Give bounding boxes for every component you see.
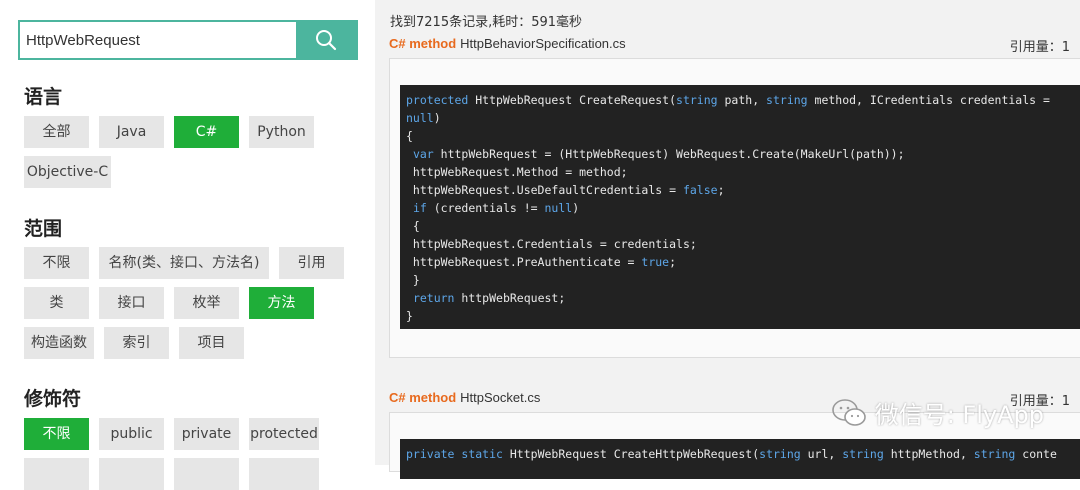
result-header: C# method HttpBehaviorSpecification.cs 引用… bbox=[389, 36, 1070, 56]
result-card: protected HttpWebRequest CreateRequest(s… bbox=[389, 58, 1080, 358]
code-block: protected HttpWebRequest CreateRequest(s… bbox=[400, 85, 1080, 329]
code-line: httpWebRequest.Credentials = credentials… bbox=[400, 235, 1080, 253]
watermark-text: 微信号: FlyApp bbox=[874, 401, 1044, 429]
code-text: conte bbox=[1015, 447, 1057, 461]
result-file-link[interactable]: HttpSocket.cs bbox=[460, 390, 540, 405]
code-keyword: private bbox=[406, 447, 455, 461]
scope-option-method[interactable]: 方法 bbox=[249, 287, 314, 319]
code-line: return httpWebRequest; bbox=[400, 289, 1080, 307]
modifier-option-row2[interactable] bbox=[174, 458, 239, 490]
code-text: httpWebRequest; bbox=[454, 291, 566, 305]
language-option-java[interactable]: Java bbox=[99, 116, 164, 148]
code-keyword: static bbox=[461, 447, 503, 461]
wechat-icon bbox=[831, 398, 866, 426]
code-text: (credentials != bbox=[426, 201, 545, 215]
scope-option-class[interactable]: 类 bbox=[24, 287, 89, 319]
search-input[interactable] bbox=[20, 22, 296, 58]
search-box bbox=[18, 20, 358, 60]
code-text: ) bbox=[572, 201, 580, 215]
modifier-option-public[interactable]: public bbox=[99, 418, 164, 450]
code-text: httpWebRequest.Credentials = credentials… bbox=[406, 237, 697, 251]
result-ref-count: 引用量：1 bbox=[1009, 40, 1070, 55]
language-option-objective-c[interactable]: Objective-C bbox=[24, 156, 111, 188]
code-text: ; bbox=[717, 183, 725, 197]
scope-option-name[interactable]: 名称(类、接口、方法名) bbox=[99, 247, 269, 279]
code-line: httpWebRequest.UseDefaultCredentials = f… bbox=[400, 181, 1080, 199]
code-line: httpWebRequest.Method = method; bbox=[400, 163, 1080, 181]
modifier-option-private[interactable]: private bbox=[174, 418, 239, 450]
scope-option-interface[interactable]: 接口 bbox=[99, 287, 164, 319]
filter-panel: 语言 全部 Java C# Python Objective-C 范围 不限 名… bbox=[0, 0, 375, 490]
code-line: null) bbox=[400, 109, 1080, 127]
code-text: HttpWebRequest CreateRequest( bbox=[468, 93, 677, 107]
code-text: httpWebRequest.UseDefaultCredentials = bbox=[406, 183, 683, 197]
code-text: httpWebRequest = (HttpWebRequest) WebReq… bbox=[433, 147, 905, 161]
code-keyword: string bbox=[759, 447, 801, 461]
code-text: method, ICredentials credentials = bbox=[807, 93, 1050, 107]
code-block: private static HttpWebRequest CreateHttp… bbox=[400, 439, 1080, 479]
code-keyword: string bbox=[842, 447, 884, 461]
scope-option-enum[interactable]: 枚举 bbox=[174, 287, 239, 319]
language-option-all[interactable]: 全部 bbox=[24, 116, 89, 148]
code-line: if (credentials != null) bbox=[400, 199, 1080, 217]
code-keyword: string bbox=[766, 93, 808, 107]
language-option-csharp[interactable]: C# bbox=[174, 116, 239, 148]
code-keyword: if bbox=[412, 201, 427, 215]
code-line: var httpWebRequest = (HttpWebRequest) We… bbox=[400, 145, 1080, 163]
scope-option-project[interactable]: 项目 bbox=[179, 327, 244, 359]
modifier-option-row2[interactable] bbox=[99, 458, 164, 490]
modifier-section-title: 修饰符 bbox=[24, 388, 82, 410]
code-keyword: string bbox=[676, 93, 718, 107]
modifier-option-any[interactable]: 不限 bbox=[24, 418, 89, 450]
code-keyword: null bbox=[544, 201, 573, 215]
result-language-label: C# method bbox=[389, 390, 457, 405]
scope-option-constructor[interactable]: 构造函数 bbox=[24, 327, 94, 359]
code-text: httpWebRequest.Method = method; bbox=[406, 165, 628, 179]
code-text: path, bbox=[717, 93, 767, 107]
code-line: private static HttpWebRequest CreateHttp… bbox=[400, 445, 1080, 463]
modifier-option-protected[interactable]: protected bbox=[249, 418, 319, 450]
result-file-link[interactable]: HttpBehaviorSpecification.cs bbox=[460, 36, 625, 51]
code-text: ; bbox=[669, 255, 677, 269]
code-text: url, bbox=[800, 447, 843, 461]
code-keyword: string bbox=[973, 447, 1016, 461]
code-line: } bbox=[400, 307, 1080, 325]
code-text: httpWebRequest.PreAuthenticate = bbox=[406, 255, 642, 269]
search-button[interactable] bbox=[296, 22, 356, 58]
code-text: { bbox=[406, 129, 413, 143]
code-line: httpWebRequest.PreAuthenticate = true; bbox=[400, 253, 1080, 271]
results-panel: 找到7215条记录,耗时：591毫秒 C# method HttpBehavior… bbox=[375, 0, 1080, 479]
code-text: httpMethod, bbox=[883, 447, 974, 461]
modifier-option-row2[interactable] bbox=[249, 458, 319, 490]
code-keyword: return bbox=[412, 291, 455, 305]
scope-option-reference[interactable]: 引用 bbox=[279, 247, 344, 279]
code-line: } bbox=[400, 271, 1080, 289]
scope-option-index[interactable]: 索引 bbox=[104, 327, 169, 359]
watermark: 微信号: FlyApp bbox=[831, 395, 1044, 430]
result-language-label: C# method bbox=[389, 36, 457, 51]
language-section-title: 语言 bbox=[24, 86, 63, 108]
scope-option-any[interactable]: 不限 bbox=[24, 247, 89, 279]
code-keyword: var bbox=[412, 147, 434, 161]
code-keyword: null bbox=[406, 111, 434, 125]
code-line: { bbox=[400, 127, 1080, 145]
code-line: { bbox=[400, 217, 1080, 235]
search-icon bbox=[316, 30, 337, 51]
code-line: protected HttpWebRequest CreateRequest(s… bbox=[400, 91, 1080, 109]
scope-section-title: 范围 bbox=[24, 218, 63, 240]
language-option-python[interactable]: Python bbox=[249, 116, 314, 148]
code-text: HttpWebRequest CreateHttpWebRequest( bbox=[502, 447, 760, 461]
code-text: } bbox=[406, 309, 413, 323]
code-text: { bbox=[406, 219, 420, 233]
code-keyword: false bbox=[682, 183, 718, 197]
result-summary: 找到7215条记录,耗时：591毫秒 bbox=[390, 15, 583, 30]
code-keyword: protected bbox=[406, 93, 469, 107]
code-keyword: true bbox=[641, 255, 670, 269]
modifier-option-row2[interactable] bbox=[24, 458, 89, 490]
code-text: } bbox=[406, 273, 420, 287]
code-text: ) bbox=[433, 111, 441, 125]
